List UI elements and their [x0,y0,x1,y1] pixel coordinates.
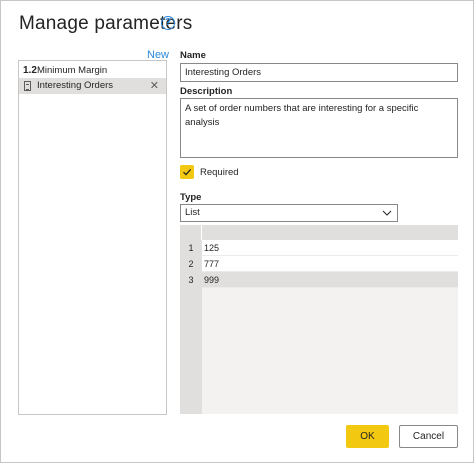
list-value-cell[interactable]: 999 [202,272,458,288]
type-select[interactable]: List [180,204,398,222]
name-label: Name [180,50,206,61]
ok-button[interactable]: OK [346,425,389,448]
grid-header [180,225,458,240]
name-field[interactable] [180,63,458,82]
row-number: 1 [188,243,194,253]
required-label: Required [200,167,239,178]
manage-parameters-dialog: Manage parameters ? New 1.2 Minimum Marg… [0,0,474,463]
table-row: 3 999 [180,272,458,288]
list-values-grid: 1 125 2 777 3 999 [180,225,458,414]
row-number: 2 [188,259,194,269]
remove-parameter-icon[interactable]: ✕ [150,78,159,94]
table-row: 2 777 [180,256,458,272]
cancel-button[interactable]: Cancel [399,425,458,448]
type-select-value: List [185,207,200,218]
parameter-item-interesting-orders[interactable]: Interesting Orders ✕ [19,78,166,94]
decimal-number-icon: 1.2 [23,65,37,76]
chevron-down-icon [382,210,392,216]
row-number: 3 [188,275,194,285]
table-row: 1 125 [180,240,458,256]
parameter-item-label: Interesting Orders [37,80,114,91]
grid-header-corner [180,225,202,240]
parameter-item-label: Minimum Margin [37,65,108,76]
help-icon[interactable]: ? [161,16,175,30]
checkmark-icon [183,168,192,176]
parameter-item-minimum-margin[interactable]: 1.2 Minimum Margin [19,63,166,79]
description-field[interactable]: A set of order numbers that are interest… [180,98,458,158]
list-value-cell[interactable]: 125 [202,240,458,256]
list-icon [24,81,31,91]
description-label: Description [180,86,233,97]
parameter-list: 1.2 Minimum Margin Interesting Orders ✕ [18,60,167,415]
required-checkbox[interactable] [180,165,194,179]
list-value-cell[interactable]: 777 [202,256,458,272]
type-label: Type [180,192,202,203]
